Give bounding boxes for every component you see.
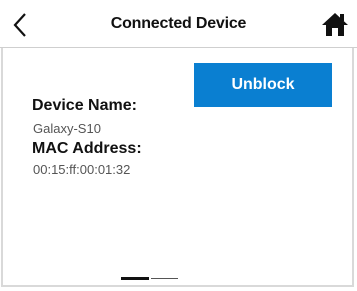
mac-address-label: MAC Address: [32,140,142,157]
device-name-label: Device Name: [32,97,137,114]
home-icon [322,13,348,36]
page-indicator-inactive[interactable] [151,278,178,279]
page-title: Connected Device [110,15,247,32]
home-button[interactable] [321,10,349,38]
device-name-value: Galaxy-S10 [33,121,101,136]
unblock-button[interactable]: Unblock [194,63,332,107]
header-bar: Connected Device [0,0,357,48]
page-indicator-active[interactable] [121,277,149,280]
mac-address-value: 00:15:ff:00:01:32 [33,162,131,177]
